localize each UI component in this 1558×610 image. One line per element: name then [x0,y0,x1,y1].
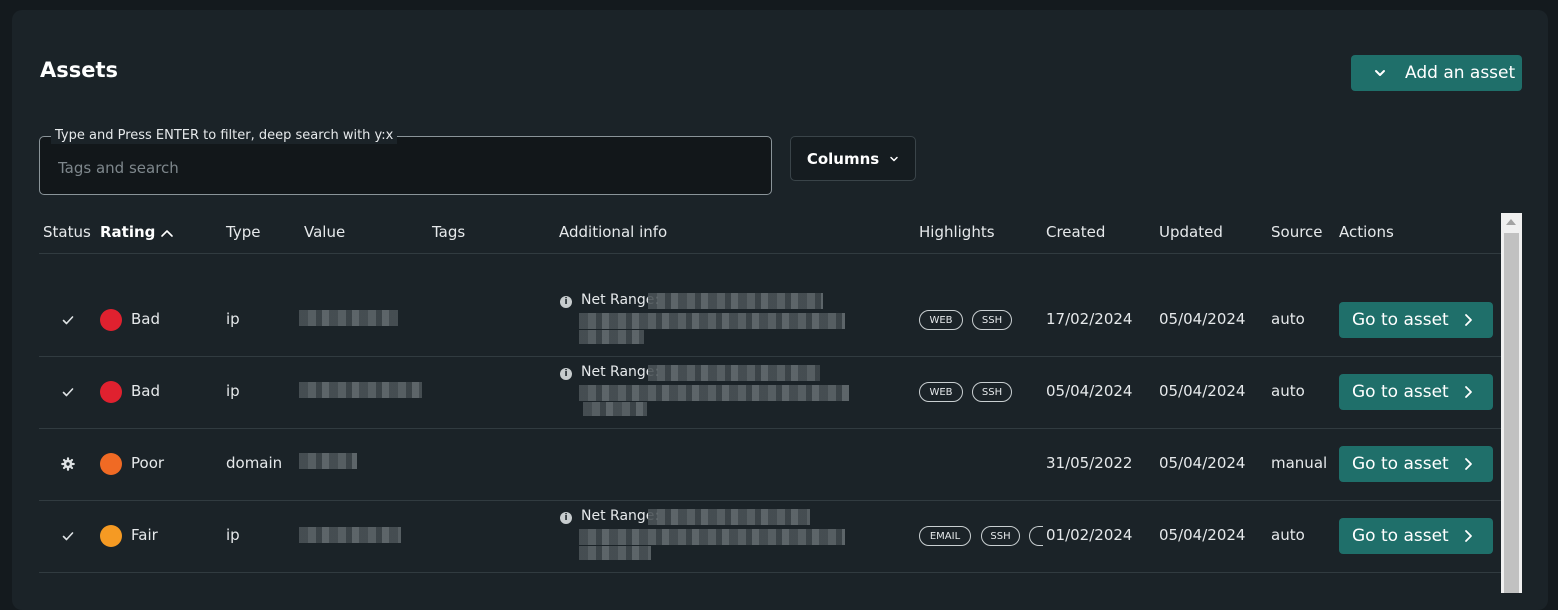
go-to-asset-button[interactable]: Go to asset [1339,518,1493,554]
redacted-value [299,382,422,398]
highlight-badge: EMAIL [919,526,971,546]
check-icon [62,316,74,325]
rating-indicator [100,381,122,403]
chevron-right-icon [1464,530,1472,542]
highlight-badge: WEB [919,310,963,330]
redacted-info [579,330,644,344]
source-value: auto [1271,310,1305,328]
header-divider [39,253,1501,254]
check-icon [62,532,74,541]
sort-ascending-icon[interactable] [160,228,174,238]
info-icon: i [560,296,572,308]
table-row: Bad ip i Net Range: WEB SSH 05/04/2024 0… [0,356,1558,428]
type-value: ip [226,382,240,400]
column-header-highlights[interactable]: Highlights [919,223,995,241]
go-to-asset-label: Go to asset [1352,310,1449,330]
highlight-badge: WEB [919,382,963,402]
chevron-right-icon [1464,314,1472,326]
updated-date: 05/04/2024 [1159,382,1246,400]
redacted-value [299,310,398,326]
rating-label: Poor [131,454,165,472]
table-row: Poor domain 31/05/2022 05/04/2024 manual… [0,428,1558,500]
column-header-rating[interactable]: Rating [100,223,155,241]
column-header-actions: Actions [1339,223,1394,241]
go-to-asset-button[interactable]: Go to asset [1339,302,1493,338]
created-date: 17/02/2024 [1046,310,1133,328]
type-value: ip [226,526,240,544]
type-value: ip [226,310,240,328]
columns-label: Columns [806,149,880,168]
redacted-value [299,453,357,469]
column-header-created[interactable]: Created [1046,223,1105,241]
add-asset-button[interactable]: Add an asset [1351,55,1522,91]
redacted-info [579,385,849,401]
chevron-down-icon [1375,70,1385,76]
columns-button[interactable]: Columns [790,136,916,181]
rating-indicator [100,309,122,331]
chevron-right-icon [1464,386,1472,398]
created-date: 05/04/2024 [1046,382,1133,400]
highlight-badge-overflow [1029,526,1043,546]
info-icon: i [560,368,572,380]
go-to-asset-label: Go to asset [1352,526,1449,546]
created-date: 31/05/2022 [1046,454,1133,472]
updated-date: 05/04/2024 [1159,454,1246,472]
column-header-type[interactable]: Type [226,223,260,241]
highlight-badge: SSH [972,382,1012,402]
redacted-info [579,546,651,560]
table-row: Fair ip i Net Range: EMAIL SSH 01/02/202… [0,500,1558,572]
source-value: manual [1271,454,1328,472]
go-to-asset-label: Go to asset [1352,382,1449,402]
gear-icon [61,457,75,471]
highlight-badge: SSH [972,310,1012,330]
redacted-value [299,527,401,543]
updated-date: 05/04/2024 [1159,526,1246,544]
rating-label: Fair [131,526,158,544]
go-to-asset-button[interactable]: Go to asset [1339,374,1493,410]
table-row: Bad ip i Net Range: WEB SSH 17/02/2024 0… [0,284,1558,356]
table-scrollbar[interactable] [1501,213,1522,593]
column-header-updated[interactable]: Updated [1159,223,1223,241]
redacted-info [648,509,810,525]
rating-label: Bad [131,310,161,328]
column-header-additional-info[interactable]: Additional info [559,223,667,241]
go-to-asset-button[interactable]: Go to asset [1339,446,1493,482]
info-icon: i [560,512,572,524]
rating-indicator [100,525,122,547]
column-header-value[interactable]: Value [304,223,345,241]
scroll-up-arrow-icon[interactable] [1506,219,1516,225]
page-title: Assets [40,58,119,82]
type-value: domain [226,454,283,472]
search-legend: Type and Press ENTER to filter, deep sea… [51,128,398,144]
row-divider [39,572,1501,573]
source-value: auto [1271,526,1305,544]
chevron-right-icon [1464,458,1472,470]
search-field[interactable]: Type and Press ENTER to filter, deep sea… [39,128,772,195]
go-to-asset-label: Go to asset [1352,454,1449,474]
column-header-tags[interactable]: Tags [432,223,465,241]
column-header-status[interactable]: Status [43,223,91,241]
check-icon [62,388,74,397]
rating-indicator [100,453,122,475]
add-asset-label: Add an asset [1405,63,1516,83]
redacted-info [648,293,823,309]
source-value: auto [1271,382,1305,400]
highlight-badge: SSH [981,526,1020,546]
chevron-down-icon [890,156,898,161]
updated-date: 05/04/2024 [1159,310,1246,328]
column-header-source[interactable]: Source [1271,223,1323,241]
redacted-info [648,365,820,381]
scrollbar-thumb[interactable] [1504,233,1519,593]
redacted-info [583,402,647,416]
rating-label: Bad [131,382,161,400]
search-input[interactable] [56,155,750,181]
created-date: 01/02/2024 [1046,526,1133,544]
redacted-info [579,313,845,329]
redacted-info [579,529,845,545]
